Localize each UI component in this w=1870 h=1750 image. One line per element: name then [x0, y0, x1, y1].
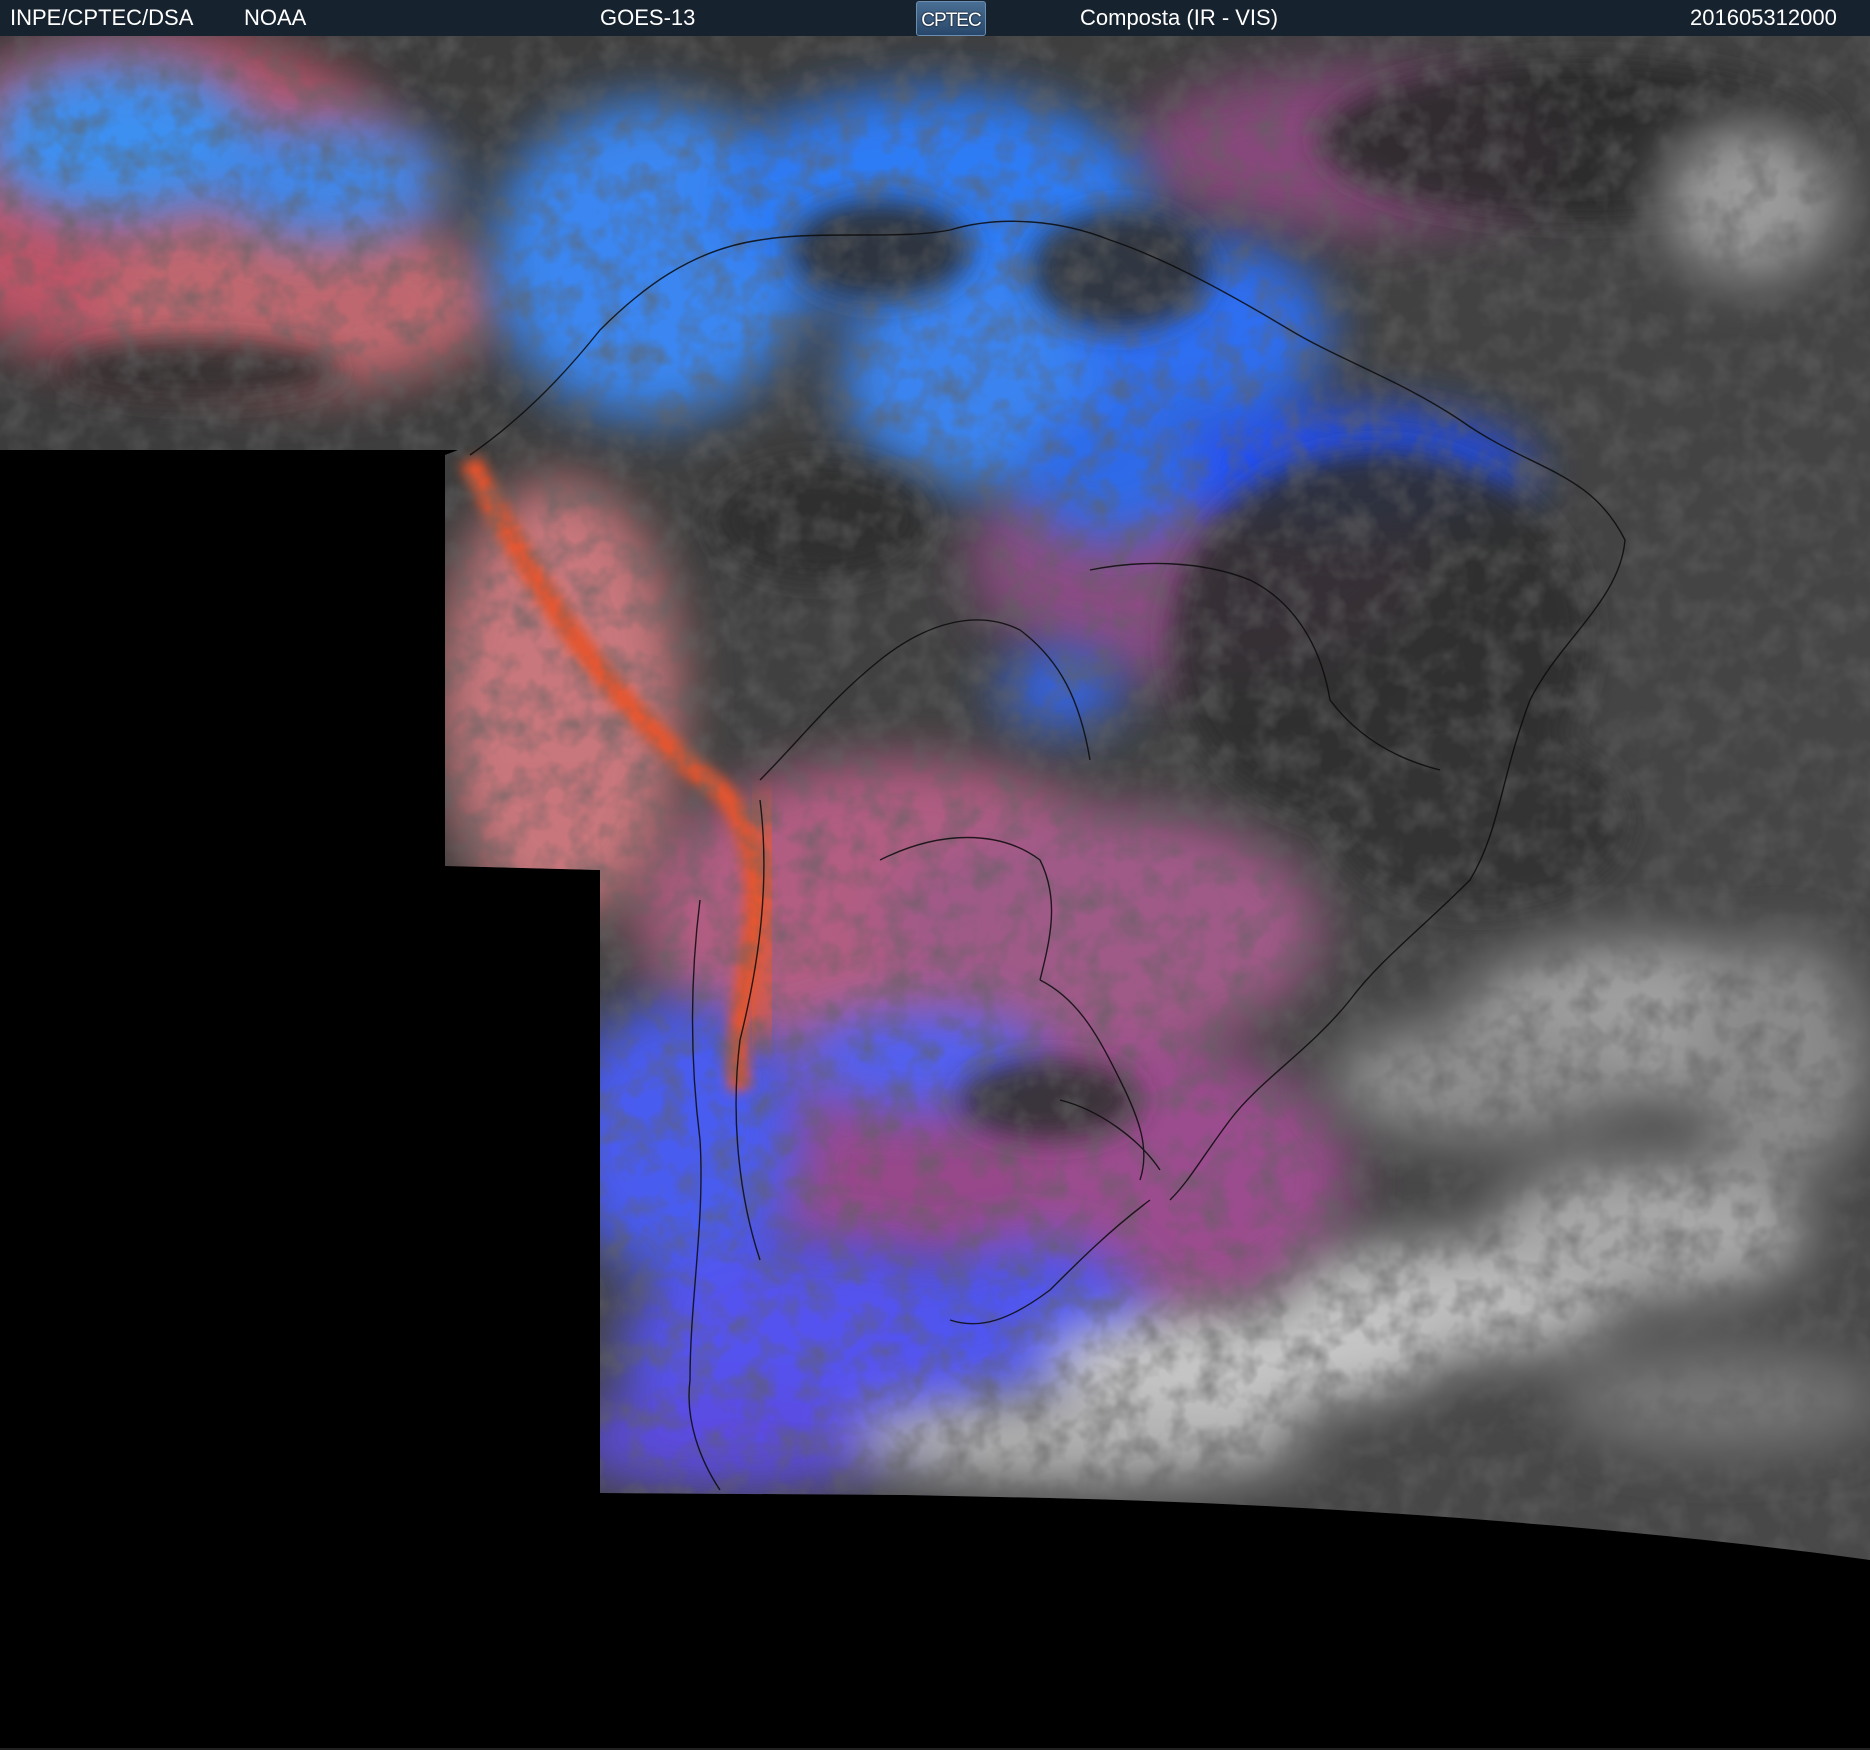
- satellite-composite-image: [0, 36, 1870, 1750]
- timestamp-label: 201605312000: [1690, 5, 1837, 30]
- header-bar: INPE/CPTEC/DSA NOAA GOES-13 CPTEC Compos…: [0, 0, 1870, 36]
- image-domain: [0, 36, 1870, 1560]
- product-label: Composta (IR - VIS): [1080, 5, 1279, 30]
- source-label: NOAA: [244, 5, 307, 30]
- satellite-label: GOES-13: [600, 5, 696, 30]
- cptec-logo: CPTEC: [916, 1, 986, 36]
- agency-label: INPE/CPTEC/DSA: [10, 5, 194, 30]
